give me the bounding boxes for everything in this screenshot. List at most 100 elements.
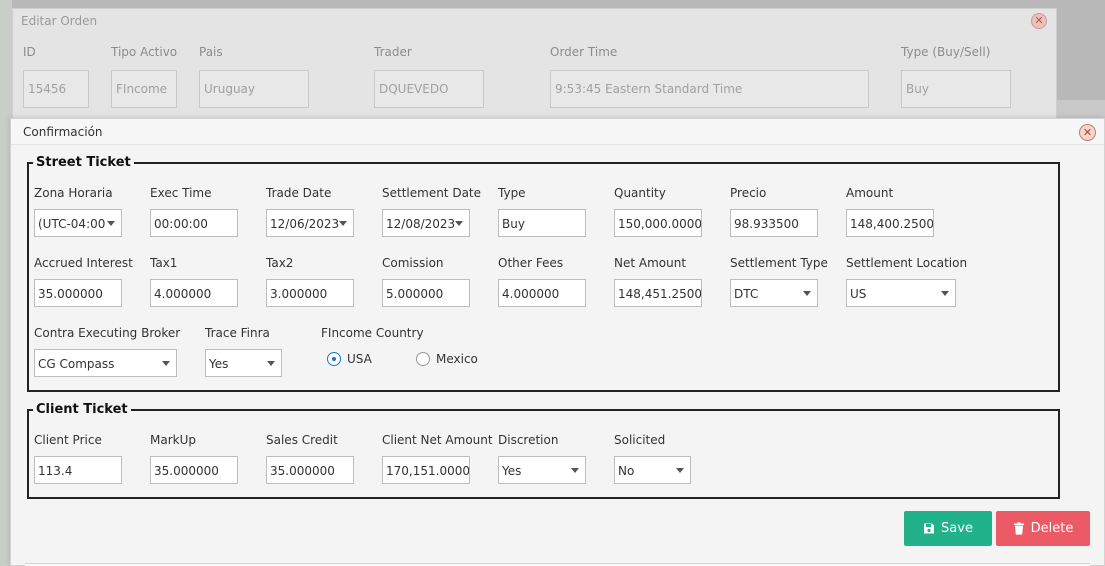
settlement-location-value: US: [850, 287, 867, 301]
bg-label-tipo-activo: Tipo Activo: [111, 45, 178, 59]
client-ticket-legend: Client Ticket: [36, 402, 128, 417]
solicited-select[interactable]: No: [614, 456, 691, 484]
contra-broker-field: Contra Executing Broker CG Compass: [34, 326, 180, 377]
solicited-field: Solicited No: [614, 433, 691, 484]
trade-date-field: Trade Date 12/06/2023: [266, 186, 354, 237]
radio-mexico-circle[interactable]: [416, 352, 430, 366]
contra-broker-label: Contra Executing Broker: [34, 326, 181, 340]
settlement-date-picker[interactable]: 12/08/2023: [382, 209, 470, 237]
other-fees-input[interactable]: 4.000000: [498, 279, 586, 307]
trace-finra-select[interactable]: Yes: [205, 349, 282, 377]
amount-label: Amount: [846, 186, 894, 200]
sales-credit-input[interactable]: 35.000000: [266, 456, 354, 484]
quantity-input[interactable]: 150,000.00000: [614, 209, 702, 237]
comission-input[interactable]: 5.000000: [382, 279, 470, 307]
trade-date-label: Trade Date: [266, 186, 332, 200]
radio-mexico[interactable]: Mexico: [416, 352, 478, 366]
solicited-label: Solicited: [614, 433, 666, 447]
radio-usa[interactable]: USA: [327, 352, 372, 366]
chevron-down-icon: [571, 468, 579, 473]
radio-usa-label: USA: [347, 352, 372, 366]
markup-field: MarkUp 35.000000: [150, 433, 238, 484]
settlement-type-select[interactable]: DTC: [730, 279, 818, 307]
bg-label-id: ID: [23, 45, 36, 59]
tax2-input[interactable]: 3.000000: [266, 279, 354, 307]
client-price-input[interactable]: 113.4: [34, 456, 122, 484]
bg-field-type[interactable]: Buy: [901, 70, 1011, 108]
markup-input[interactable]: 35.000000: [150, 456, 238, 484]
solicited-value: No: [618, 464, 635, 478]
settlement-location-select[interactable]: US: [846, 279, 956, 307]
discretion-value: Yes: [502, 464, 522, 478]
settlement-date-label: Settlement Date: [382, 186, 482, 200]
delete-button-label: Delete: [1030, 521, 1074, 536]
client-net-amount-field: Client Net Amount 170,151.00000: [382, 433, 493, 484]
type-field: Type Buy: [498, 186, 586, 237]
markup-label: MarkUp: [150, 433, 196, 447]
amount-input[interactable]: 148,400.25000: [846, 209, 934, 237]
confirmation-dialog: Confirmación ✕ Street Ticket Zona Horari…: [10, 118, 1105, 566]
bg-field-order-time[interactable]: 9:53:45 Eastern Standard Time: [550, 70, 869, 108]
zona-horaria-field: Zona Horaria (UTC-04:00: [34, 186, 122, 237]
amount-field: Amount 148,400.25000: [846, 186, 934, 237]
net-amount-input[interactable]: 148,451.25000: [614, 279, 702, 307]
discretion-select[interactable]: Yes: [498, 456, 586, 484]
accrued-interest-input[interactable]: 35.000000: [34, 279, 122, 307]
accrued-interest-label: Accrued Interest: [34, 256, 133, 270]
dialog-header: Confirmación ✕: [11, 119, 1104, 145]
bg-field-id[interactable]: 15456: [23, 70, 89, 108]
comission-field: Comission 5.000000: [382, 256, 470, 307]
bg-label-pais: Pais: [199, 45, 223, 59]
contra-broker-select[interactable]: CG Compass: [34, 349, 177, 377]
net-amount-label: Net Amount: [614, 256, 687, 270]
client-ticket-section: Client Ticket Client Price 113.4 MarkUp …: [27, 402, 1060, 499]
exec-time-input[interactable]: 00:00:00: [150, 209, 238, 237]
precio-input[interactable]: 98.933500: [730, 209, 818, 237]
accrued-interest-field: Accrued Interest 35.000000: [34, 256, 133, 307]
zona-horaria-label: Zona Horaria: [34, 186, 113, 200]
street-ticket-legend: Street Ticket: [36, 155, 131, 170]
bg-label-type: Type (Buy/Sell): [901, 45, 991, 59]
bg-field-trader[interactable]: DQUEVEDO: [374, 70, 484, 108]
radio-mexico-label: Mexico: [436, 352, 478, 366]
save-button-label: Save: [941, 521, 973, 536]
discretion-field: Discretion Yes: [498, 433, 586, 484]
comission-label: Comission: [382, 256, 444, 270]
delete-button[interactable]: Delete: [996, 511, 1090, 546]
sales-credit-field: Sales Credit 35.000000: [266, 433, 354, 484]
close-icon[interactable]: ✕: [1079, 124, 1096, 141]
net-amount-field: Net Amount 148,451.25000: [614, 256, 702, 307]
bg-field-tipo-activo[interactable]: FIncome: [111, 70, 177, 108]
contra-broker-value: CG Compass: [38, 357, 115, 371]
chevron-down-icon: [455, 221, 463, 226]
client-price-field: Client Price 113.4: [34, 433, 122, 484]
zona-horaria-select[interactable]: (UTC-04:00: [34, 209, 122, 237]
settlement-location-label: Settlement Location: [846, 256, 968, 270]
client-net-amount-input[interactable]: 170,151.00000: [382, 456, 470, 484]
edit-order-title: Editar Orden: [21, 14, 98, 28]
background-right-strip: [1057, 100, 1105, 120]
discretion-label: Discretion: [498, 433, 559, 447]
street-ticket-section: Street Ticket Zona Horaria (UTC-04:00 Ex…: [27, 155, 1060, 392]
type-label: Type: [498, 186, 526, 200]
other-fees-field: Other Fees 4.000000: [498, 256, 586, 307]
precio-label: Precio: [730, 186, 767, 200]
chevron-down-icon: [267, 361, 275, 366]
tax1-field: Tax1 4.000000: [150, 256, 238, 307]
type-input[interactable]: Buy: [498, 209, 586, 237]
trade-date-picker[interactable]: 12/06/2023: [266, 209, 354, 237]
sales-credit-label: Sales Credit: [266, 433, 338, 447]
radio-usa-circle[interactable]: [327, 352, 341, 366]
floppy-disk-icon: [924, 523, 935, 534]
trace-finra-value: Yes: [209, 357, 229, 371]
settlement-type-value: DTC: [734, 287, 759, 301]
save-button[interactable]: Save: [904, 511, 992, 546]
bg-field-pais[interactable]: Uruguay: [199, 70, 309, 108]
tax1-input[interactable]: 4.000000: [150, 279, 238, 307]
fincome-country-group: FIncome Country USA Mexico: [321, 326, 521, 386]
dialog-title: Confirmación: [23, 125, 103, 139]
client-price-label: Client Price: [34, 433, 102, 447]
close-icon[interactable]: ✕: [1031, 13, 1047, 29]
edit-order-window: Editar Orden ✕ ID 15456 Tipo Activo FInc…: [12, 8, 1057, 128]
chevron-down-icon: [803, 291, 811, 296]
